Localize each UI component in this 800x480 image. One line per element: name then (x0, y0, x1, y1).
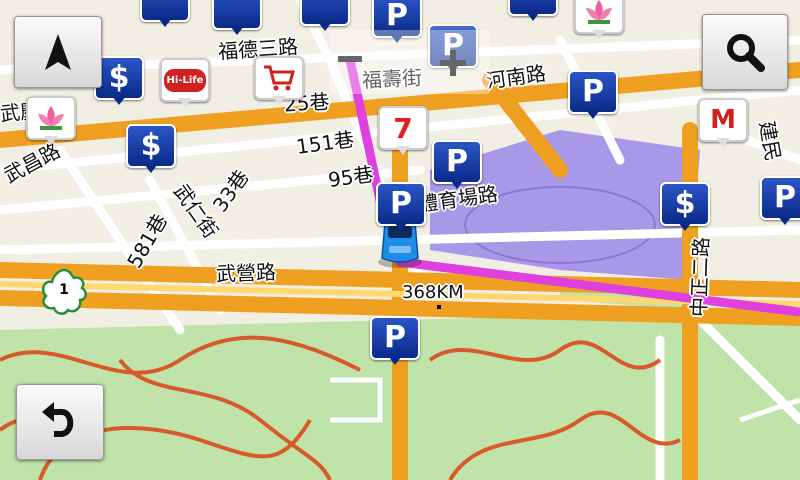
parking-poi[interactable]: P (376, 182, 426, 232)
back-button[interactable] (16, 384, 104, 460)
search-button[interactable] (702, 14, 788, 90)
restaurant-poi[interactable] (300, 0, 350, 32)
north-arrow-icon (45, 34, 71, 70)
compass-button[interactable] (14, 16, 102, 88)
mos-burger-poi[interactable]: M (698, 98, 748, 148)
lotus-icon (38, 106, 64, 130)
partial-poi[interactable] (140, 0, 190, 28)
hi-life-store-poi[interactable]: Hi-Life (160, 58, 210, 108)
zoom-control (330, 30, 490, 94)
street-label: 中正二路 (686, 236, 714, 318)
magnifier-icon (727, 34, 765, 72)
route-distance-label: 368KM (402, 282, 464, 303)
cart-icon (264, 65, 295, 91)
shopping-poi[interactable] (212, 0, 262, 36)
temple-poi[interactable] (574, 0, 624, 40)
bank-poi[interactable]: $ (660, 182, 710, 232)
convenience-store-poi[interactable]: 7 (378, 106, 428, 156)
parking-poi[interactable]: P (370, 316, 420, 366)
street-label: 武營路 (215, 259, 277, 287)
zoom-in-icon[interactable] (440, 50, 466, 76)
parking-poi[interactable]: P (760, 176, 800, 226)
temple-poi[interactable] (26, 96, 76, 146)
parking-poi[interactable]: P (568, 70, 618, 120)
road-shield-number: 1 (59, 282, 69, 298)
shopping-cart-poi[interactable] (254, 56, 304, 106)
bank-poi[interactable]: $ (126, 124, 176, 174)
road-shield-icon: 1 (40, 268, 88, 316)
lotus-icon (586, 0, 612, 24)
undo-arrow-icon (42, 402, 74, 437)
parking-poi[interactable]: P (432, 140, 482, 190)
zoom-out-icon[interactable] (338, 56, 362, 62)
partial-poi[interactable] (508, 0, 558, 22)
